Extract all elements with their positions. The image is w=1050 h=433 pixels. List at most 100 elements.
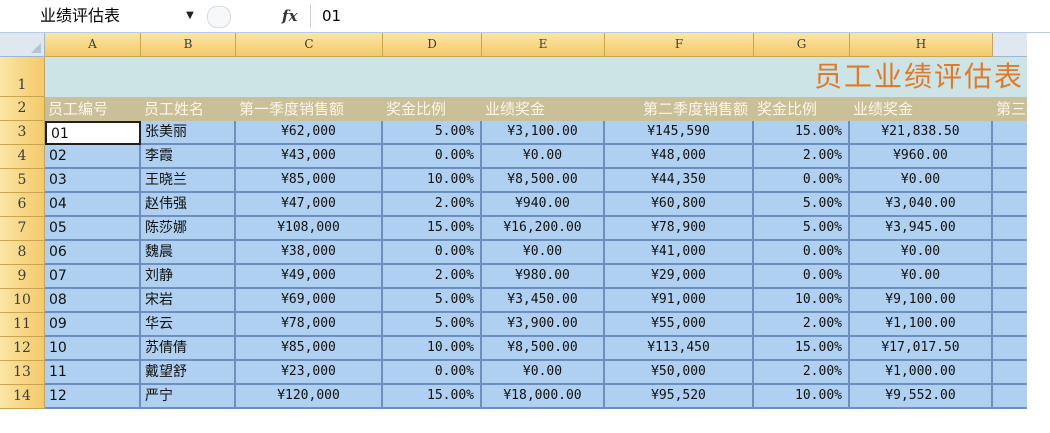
cell-q1-sales[interactable]: ¥49,000 [236, 265, 383, 289]
row-header[interactable]: 13 [0, 361, 45, 385]
cell-q2-bonus[interactable]: ¥17,017.50 [850, 337, 993, 361]
row-header[interactable]: 10 [0, 289, 45, 313]
cell-employee-name[interactable]: 李霞 [141, 145, 236, 169]
cell-employee-id[interactable]: 05 [45, 217, 141, 241]
cell-q2-bonus-rate[interactable]: 2.00% [754, 145, 850, 169]
header-employee-name[interactable]: 员工姓名 [141, 97, 236, 121]
cell-employee-name[interactable]: 王晓兰 [141, 169, 236, 193]
cell-employee-name[interactable]: 魏晨 [141, 241, 236, 265]
cell-q2-bonus-rate[interactable]: 0.00% [754, 169, 850, 193]
cell-q1-bonus[interactable]: ¥8,500.00 [482, 337, 605, 361]
cell-q2-bonus[interactable]: ¥0.00 [850, 169, 993, 193]
cell-employee-name[interactable]: 陈莎娜 [141, 217, 236, 241]
cell-q3-sales[interactable] [993, 385, 1027, 409]
cell-q2-bonus[interactable]: ¥3,040.00 [850, 193, 993, 217]
cell-q2-bonus-rate[interactable]: 2.00% [754, 313, 850, 337]
cell-q1-bonus[interactable]: ¥0.00 [482, 241, 605, 265]
title-cell[interactable]: 员工业绩评估表 [45, 57, 1027, 97]
cell-q3-sales[interactable] [993, 361, 1027, 385]
cell-q1-bonus[interactable]: ¥18,000.00 [482, 385, 605, 409]
cell-q2-sales[interactable]: ¥78,900 [605, 217, 754, 241]
select-all-button[interactable] [0, 33, 45, 57]
cell-employee-name[interactable]: 戴望舒 [141, 361, 236, 385]
header-q2-bonus-rate[interactable]: 奖金比例 [754, 97, 850, 121]
chevron-down-icon[interactable]: ▼ [183, 4, 197, 28]
cell-q3-sales[interactable] [993, 289, 1027, 313]
formula-input[interactable]: 01 [322, 4, 1022, 28]
cell-employee-id[interactable]: 04 [45, 193, 141, 217]
cell-q2-sales[interactable]: ¥113,450 [605, 337, 754, 361]
cell-q2-bonus[interactable]: ¥1,100.00 [850, 313, 993, 337]
cell-q2-bonus-rate[interactable]: 10.00% [754, 289, 850, 313]
cell-q1-sales[interactable]: ¥38,000 [236, 241, 383, 265]
cell-q1-bonus-rate[interactable]: 0.00% [383, 145, 482, 169]
cell-q2-bonus[interactable]: ¥3,945.00 [850, 217, 993, 241]
cell-q3-sales[interactable] [993, 169, 1027, 193]
cell-q1-sales[interactable]: ¥78,000 [236, 313, 383, 337]
cell-q2-sales[interactable]: ¥48,000 [605, 145, 754, 169]
cell-q3-sales[interactable] [993, 313, 1027, 337]
cell-q2-bonus-rate[interactable]: 15.00% [754, 337, 850, 361]
cell-q1-bonus[interactable]: ¥8,500.00 [482, 169, 605, 193]
cell-q1-bonus-rate[interactable]: 10.00% [383, 337, 482, 361]
row-header[interactable]: 8 [0, 241, 45, 265]
formula-bar-splitter[interactable] [207, 6, 231, 28]
cell-q3-sales[interactable] [993, 217, 1027, 241]
cell-employee-name[interactable]: 宋岩 [141, 289, 236, 313]
cell-q2-bonus[interactable]: ¥9,100.00 [850, 289, 993, 313]
cell-q1-bonus[interactable]: ¥16,200.00 [482, 217, 605, 241]
cell-q2-sales[interactable]: ¥60,800 [605, 193, 754, 217]
cell-q3-sales[interactable] [993, 241, 1027, 265]
cell-q2-bonus[interactable]: ¥960.00 [850, 145, 993, 169]
column-header-h[interactable]: H [850, 33, 993, 57]
cell-employee-name[interactable]: 华云 [141, 313, 236, 337]
cell-q1-sales[interactable]: ¥43,000 [236, 145, 383, 169]
cell-employee-name[interactable]: 张美丽 [141, 121, 236, 145]
cell-q1-sales[interactable]: ¥85,000 [236, 169, 383, 193]
cell-q3-sales[interactable] [993, 265, 1027, 289]
cell-q1-sales[interactable]: ¥62,000 [236, 121, 383, 145]
cell-q1-bonus-rate[interactable]: 0.00% [383, 361, 482, 385]
cell-q3-sales[interactable] [993, 193, 1027, 217]
cell-q2-bonus[interactable]: ¥0.00 [850, 265, 993, 289]
cell-employee-name[interactable]: 严宁 [141, 385, 236, 409]
cell-employee-id[interactable]: 06 [45, 241, 141, 265]
column-header-i[interactable] [993, 33, 1027, 57]
cell-q2-sales[interactable]: ¥41,000 [605, 241, 754, 265]
cell-q2-sales[interactable]: ¥91,000 [605, 289, 754, 313]
cell-q1-bonus-rate[interactable]: 10.00% [383, 169, 482, 193]
column-header-f[interactable]: F [605, 33, 754, 57]
cell-q2-bonus[interactable]: ¥21,838.50 [850, 121, 993, 145]
cell-q1-sales[interactable]: ¥69,000 [236, 289, 383, 313]
cell-employee-id[interactable]: 07 [45, 265, 141, 289]
cell-q3-sales[interactable] [993, 121, 1027, 145]
header-employee-id[interactable]: 员工编号 [45, 97, 141, 121]
column-header-a[interactable]: A [45, 33, 141, 57]
cell-q1-bonus-rate[interactable]: 15.00% [383, 217, 482, 241]
cell-q2-bonus-rate[interactable]: 0.00% [754, 241, 850, 265]
row-header[interactable]: 2 [0, 97, 45, 121]
column-header-d[interactable]: D [383, 33, 482, 57]
cell-employee-id[interactable]: 12 [45, 385, 141, 409]
active-cell[interactable]: 01 [45, 121, 141, 145]
cell-q2-sales[interactable]: ¥145,590 [605, 121, 754, 145]
row-header[interactable]: 9 [0, 265, 45, 289]
cell-q2-sales[interactable]: ¥55,000 [605, 313, 754, 337]
column-header-c[interactable]: C [236, 33, 383, 57]
cell-q1-bonus[interactable]: ¥980.00 [482, 265, 605, 289]
name-box[interactable]: 业绩评估表 [40, 4, 202, 28]
cell-employee-name[interactable]: 苏倩倩 [141, 337, 236, 361]
column-header-e[interactable]: E [482, 33, 605, 57]
row-header[interactable]: 14 [0, 385, 45, 409]
row-header[interactable]: 7 [0, 217, 45, 241]
cell-q2-bonus-rate[interactable]: 2.00% [754, 361, 850, 385]
cell-employee-id[interactable]: 03 [45, 169, 141, 193]
column-header-b[interactable]: B [141, 33, 236, 57]
row-header[interactable]: 12 [0, 337, 45, 361]
cell-q1-sales[interactable]: ¥23,000 [236, 361, 383, 385]
cell-employee-name[interactable]: 刘静 [141, 265, 236, 289]
cell-q2-bonus-rate[interactable]: 15.00% [754, 121, 850, 145]
cell-q3-sales[interactable] [993, 145, 1027, 169]
cell-q1-sales[interactable]: ¥120,000 [236, 385, 383, 409]
cell-employee-id[interactable]: 09 [45, 313, 141, 337]
